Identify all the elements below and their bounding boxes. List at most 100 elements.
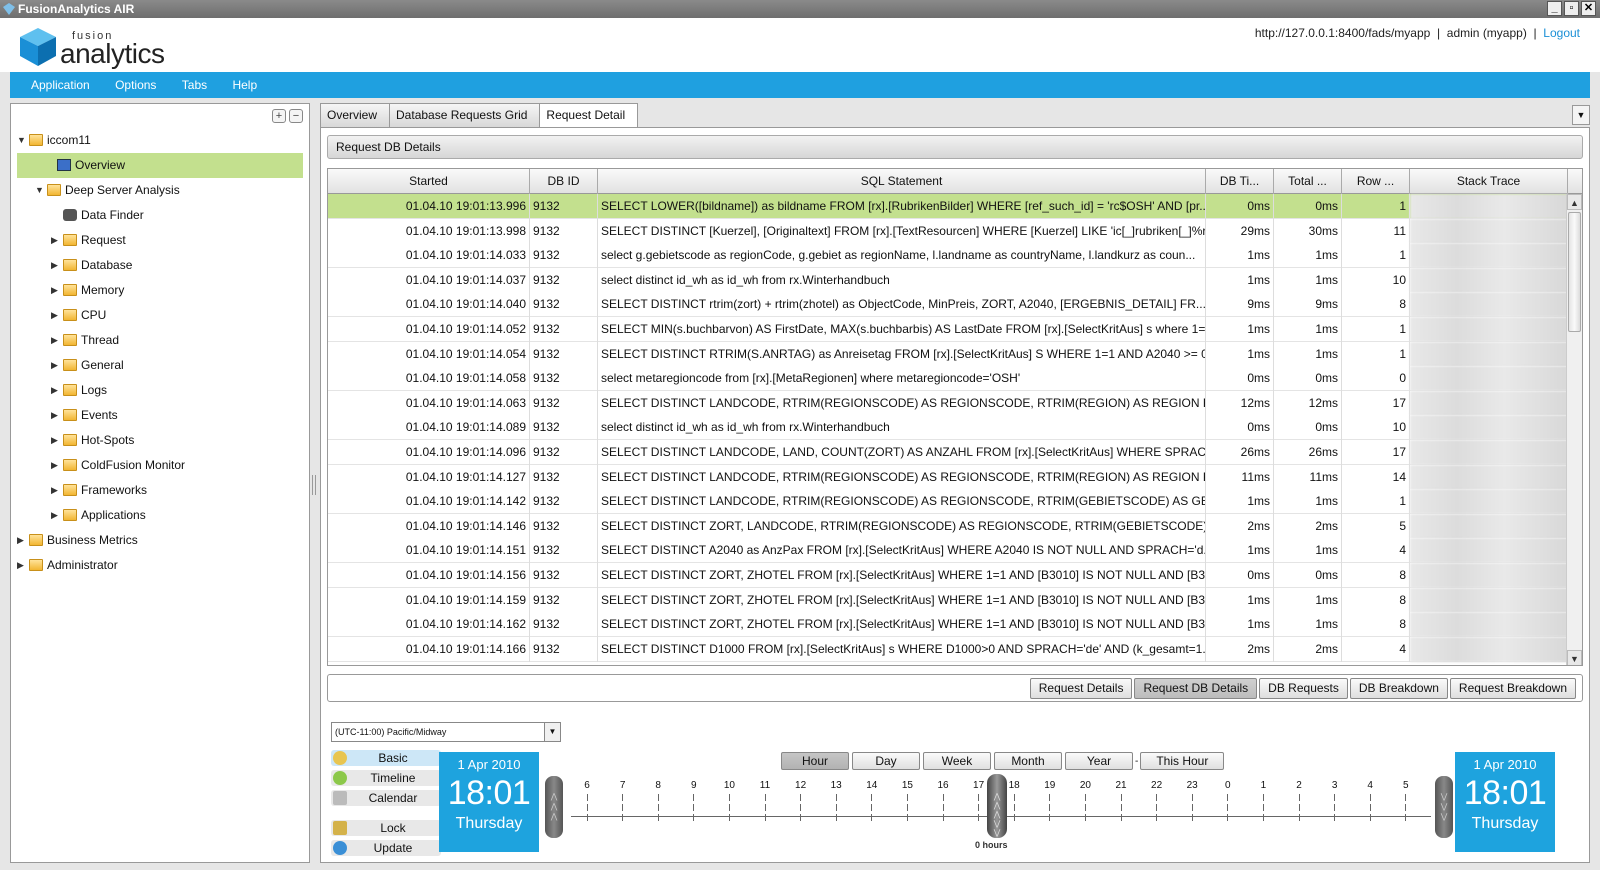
tree-node[interactable]: ▶ Thread bbox=[17, 328, 303, 353]
tree-node[interactable]: ▶ Administrator bbox=[17, 553, 303, 578]
column-total-time[interactable]: Total ... bbox=[1274, 169, 1342, 194]
collapse-arrow-icon[interactable]: ▶ bbox=[51, 428, 58, 453]
panel-splitter[interactable] bbox=[312, 475, 316, 495]
mode-calendar[interactable]: Calendar bbox=[331, 790, 441, 806]
timeline-left-arrow-icon[interactable]: ⋀ ⋀ ⋀ bbox=[545, 776, 563, 838]
timeline-selector-handle[interactable]: ⋀ ⋀ ⋀ ⋁ ⋁ bbox=[987, 774, 1007, 838]
table-row[interactable]: 01.04.10 19:01:14.146 9132 SELECT DISTINCT… bbox=[328, 513, 1568, 539]
menu-help[interactable]: Help bbox=[222, 72, 269, 98]
column-db-id[interactable]: DB ID bbox=[530, 169, 598, 194]
table-row[interactable]: 01.04.10 19:01:14.058 9132 select metaregi… bbox=[328, 366, 1568, 392]
expand-arrow-icon[interactable]: ▼ bbox=[35, 178, 44, 203]
column-started[interactable]: Started bbox=[328, 169, 530, 194]
tree-node[interactable]: ▶ Database bbox=[17, 253, 303, 278]
db-requests-tab[interactable]: DB Requests bbox=[1259, 678, 1348, 699]
tree-node[interactable]: ▶ Request bbox=[17, 228, 303, 253]
tab-list-dropdown-icon[interactable]: ▼ bbox=[1572, 105, 1590, 125]
tree-node[interactable]: Overview bbox=[17, 153, 303, 178]
mode-timeline[interactable]: Timeline bbox=[331, 770, 441, 786]
tree-node[interactable]: ▶ Hot-Spots bbox=[17, 428, 303, 453]
grid-scrollbar[interactable]: ▲ ▼ bbox=[1566, 194, 1582, 665]
tree-node[interactable]: ▶ General bbox=[17, 353, 303, 378]
table-row[interactable]: 01.04.10 19:01:14.052 9132 SELECT MIN(s.bu… bbox=[328, 317, 1568, 342]
collapse-arrow-icon[interactable]: ▶ bbox=[51, 278, 58, 303]
tab-database-requests-grid[interactable]: Database Requests Grid bbox=[389, 103, 541, 127]
collapse-arrow-icon[interactable]: ▶ bbox=[51, 353, 58, 378]
tree-node[interactable]: ▶ Logs bbox=[17, 378, 303, 403]
collapse-arrow-icon[interactable]: ▶ bbox=[51, 503, 58, 528]
scroll-thumb[interactable] bbox=[1568, 212, 1581, 332]
chevron-down-icon[interactable]: ▼ bbox=[544, 723, 560, 741]
table-row[interactable]: 01.04.10 19:01:14.166 9132 SELECT DISTINCT… bbox=[328, 636, 1568, 662]
table-row[interactable]: 01.04.10 19:01:14.151 9132 SELECT DISTINCT… bbox=[328, 538, 1568, 564]
tree-node[interactable]: ▶ Events bbox=[17, 403, 303, 428]
collapse-arrow-icon[interactable]: ▶ bbox=[51, 478, 58, 503]
request-details-tab[interactable]: Request Details bbox=[1029, 678, 1133, 699]
minimize-button[interactable]: _ bbox=[1547, 1, 1562, 16]
collapse-arrow-icon[interactable]: ▶ bbox=[17, 528, 24, 553]
start-time-display[interactable]: 1 Apr 2010 18:01 Thursday bbox=[439, 752, 539, 852]
tree-node[interactable]: ▶ ColdFusion Monitor bbox=[17, 453, 303, 478]
collapse-arrow-icon[interactable]: ▶ bbox=[51, 228, 58, 253]
collapse-arrow-icon[interactable]: ▶ bbox=[17, 553, 24, 578]
maximize-button[interactable]: ▫ bbox=[1564, 1, 1579, 16]
tab-overview[interactable]: Overview bbox=[320, 103, 391, 127]
request-db-details-tab[interactable]: Request DB Details bbox=[1134, 678, 1258, 699]
menu-tabs[interactable]: Tabs bbox=[172, 72, 219, 98]
range-hour-button[interactable]: Hour bbox=[781, 752, 849, 770]
table-row[interactable]: 01.04.10 19:01:14.037 9132 select distinct… bbox=[328, 267, 1568, 293]
table-row[interactable]: 01.04.10 19:01:14.127 9132 SELECT DISTINCT… bbox=[328, 464, 1568, 490]
collapse-arrow-icon[interactable]: ▶ bbox=[51, 253, 58, 278]
collapse-arrow-icon[interactable]: ▶ bbox=[51, 453, 58, 478]
collapse-arrow-icon[interactable]: ▶ bbox=[51, 403, 58, 428]
expand-all-button[interactable]: + bbox=[272, 109, 286, 123]
mode-lock[interactable]: Lock bbox=[331, 820, 441, 836]
menu-options[interactable]: Options bbox=[105, 72, 168, 98]
table-row[interactable]: 01.04.10 19:01:14.054 9132 SELECT DISTINCT… bbox=[328, 341, 1568, 367]
table-row[interactable]: 01.04.10 19:01:14.033 9132 select g.gebiet… bbox=[328, 243, 1568, 269]
table-row[interactable]: 01.04.10 19:01:14.096 9132 SELECT DISTINCT… bbox=[328, 440, 1568, 465]
tree-node[interactable]: ▶ Memory bbox=[17, 278, 303, 303]
table-row[interactable]: 01.04.10 19:01:14.162 9132 SELECT DISTINCT… bbox=[328, 612, 1568, 638]
range-year-button[interactable]: Year bbox=[1065, 752, 1133, 770]
logout-link[interactable]: Logout bbox=[1543, 26, 1580, 40]
collapse-arrow-icon[interactable]: ▶ bbox=[51, 378, 58, 403]
tree-node[interactable]: ▼ iccom11 bbox=[17, 128, 303, 153]
tree-node[interactable]: Data Finder bbox=[17, 203, 303, 228]
range-day-button[interactable]: Day bbox=[852, 752, 920, 770]
column-sql-statement[interactable]: SQL Statement bbox=[598, 169, 1206, 194]
collapse-all-button[interactable]: − bbox=[289, 109, 303, 123]
request-breakdown-tab[interactable]: Request Breakdown bbox=[1449, 678, 1576, 699]
table-row[interactable]: 01.04.10 19:01:14.156 9132 SELECT DISTINCT… bbox=[328, 563, 1568, 588]
tree-node[interactable]: ▶ CPU bbox=[17, 303, 303, 328]
table-row[interactable]: 01.04.10 19:01:13.996 9132 SELECT LOWER([b… bbox=[328, 194, 1568, 219]
mode-basic[interactable]: Basic bbox=[331, 750, 441, 766]
timezone-select[interactable]: (UTC-11:00) Pacific/Midway ▼ bbox=[331, 722, 561, 742]
tree-node[interactable]: ▶ Business Metrics bbox=[17, 528, 303, 553]
tree-node[interactable]: ▶ Frameworks bbox=[17, 478, 303, 503]
tab-request-detail[interactable]: Request Detail bbox=[539, 103, 639, 128]
db-breakdown-tab[interactable]: DB Breakdown bbox=[1349, 678, 1448, 699]
timeline-right-arrow-icon[interactable]: ⋁ ⋁ ⋁ bbox=[1435, 776, 1453, 838]
table-row[interactable]: 01.04.10 19:01:14.089 9132 select distinct… bbox=[328, 415, 1568, 441]
range-week-button[interactable]: Week bbox=[923, 752, 991, 770]
range-month-button[interactable]: Month bbox=[994, 752, 1062, 770]
menu-application[interactable]: Application bbox=[10, 72, 102, 98]
column-db-time[interactable]: DB Ti... bbox=[1206, 169, 1274, 194]
expand-arrow-icon[interactable]: ▼ bbox=[17, 128, 26, 153]
scroll-down-icon[interactable]: ▼ bbox=[1567, 650, 1582, 665]
table-row[interactable]: 01.04.10 19:01:14.159 9132 SELECT DISTINCT… bbox=[328, 587, 1568, 613]
column-stack-trace[interactable]: Stack Trace bbox=[1410, 169, 1568, 194]
tree-node[interactable]: ▼ Deep Server Analysis bbox=[17, 178, 303, 203]
table-row[interactable]: 01.04.10 19:01:14.063 9132 SELECT DISTINCT… bbox=[328, 390, 1568, 416]
collapse-arrow-icon[interactable]: ▶ bbox=[51, 303, 58, 328]
table-row[interactable]: 01.04.10 19:01:14.040 9132 SELECT DISTINCT… bbox=[328, 292, 1568, 318]
this-hour-button[interactable]: This Hour bbox=[1140, 752, 1225, 770]
tree-node[interactable]: ▶ Applications bbox=[17, 503, 303, 528]
collapse-arrow-icon[interactable]: ▶ bbox=[51, 328, 58, 353]
column-rows[interactable]: Row ... bbox=[1342, 169, 1410, 194]
table-row[interactable]: 01.04.10 19:01:13.998 9132 SELECT DISTINCT… bbox=[328, 218, 1568, 244]
mode-update[interactable]: Update bbox=[331, 840, 441, 856]
end-time-display[interactable]: 1 Apr 2010 18:01 Thursday bbox=[1455, 752, 1555, 852]
table-row[interactable]: 01.04.10 19:01:14.142 9132 SELECT DISTINCT… bbox=[328, 489, 1568, 515]
